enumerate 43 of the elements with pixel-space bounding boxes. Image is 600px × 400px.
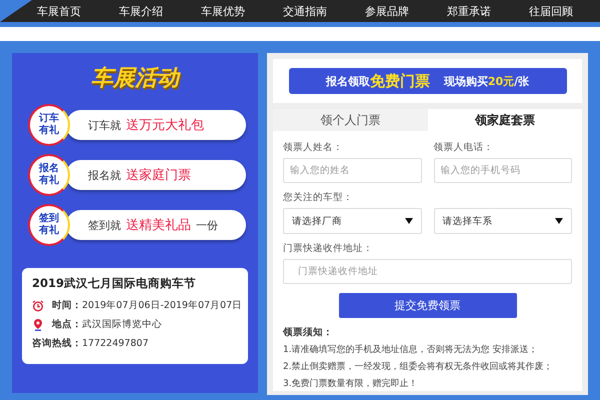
nav-link[interactable]: 郑重承诺 [428,4,510,18]
offer-lead: 签到就 [88,218,121,232]
offer-badge: 报名 有礼 [28,154,70,196]
nav-link[interactable]: 车展介绍 [100,4,182,18]
address-label: 门票快递收件地址： [283,242,374,255]
maker-dropdown[interactable]: 请选择厂商 [283,208,422,234]
offer-badge: 签到 有礼 [28,204,70,246]
ticket-tab[interactable]: 领个人门票 [273,109,428,131]
address-field[interactable]: 门票快递收件地址 [283,259,572,284]
event-title: 2019武汉七月国际电商购车节 [32,276,198,291]
offer-highlight: 送精美礼品 [126,217,191,234]
ticket-banner: 报名领取免费门票 现场购买20元/张 [288,68,566,94]
nav-link[interactable]: 交通指南 [264,4,346,18]
offer-tail: 一份 [196,218,218,232]
phone-field[interactable]: 输入您的手机号码 [434,158,572,183]
caret-icon [555,218,563,224]
nav-link[interactable]: 往届回顾 [510,4,592,18]
offer-lead: 订车就 [88,118,121,132]
nav-link[interactable]: 车展优势 [182,4,264,18]
nav-link[interactable]: 参展品牌 [346,4,428,18]
offer-highlight: 送万元大礼包 [126,117,204,134]
notes-line: 2.禁止倒卖赠票，一经发现，组委会将有权无条件收回或将其作废； [283,360,554,373]
offer-highlight: 送家庭门票 [126,167,191,184]
series-dropdown[interactable]: 请选择车系 [434,208,572,234]
event-place: 地点：武汉国际博览中心 [52,318,162,331]
alarm-clock-icon [32,300,44,312]
notes-line: 3.免费门票数量有限，赠完即止！ [283,378,419,390]
submit-button[interactable]: 提交免费领票 [338,293,516,318]
name-label: 领票人姓名： [283,141,344,154]
nav-link[interactable]: 车展首页 [18,4,100,18]
phone-label: 领票人电话： [434,141,494,154]
notes-line: 1.请准确填写您的手机及地址信息，否则将无法为您 安排派送； [283,344,538,356]
event-hotline: 咨询热线：17722497807 [32,337,148,350]
notes-title: 领票须知： [283,326,334,339]
offer-badge: 订车 有礼 [28,104,70,146]
location-pin-icon [32,318,44,331]
event-time: 时间：2019年07月06日-2019年07月07日 [52,299,242,312]
ticket-tab[interactable]: 领家庭套票 [428,109,582,131]
car-label: 您关注的车型： [283,191,354,204]
activity-title: 车展活动 [91,65,179,93]
name-field[interactable]: 输入您的姓名 [283,158,422,183]
offer-lead: 报名就 [88,168,121,182]
caret-icon [404,218,412,224]
